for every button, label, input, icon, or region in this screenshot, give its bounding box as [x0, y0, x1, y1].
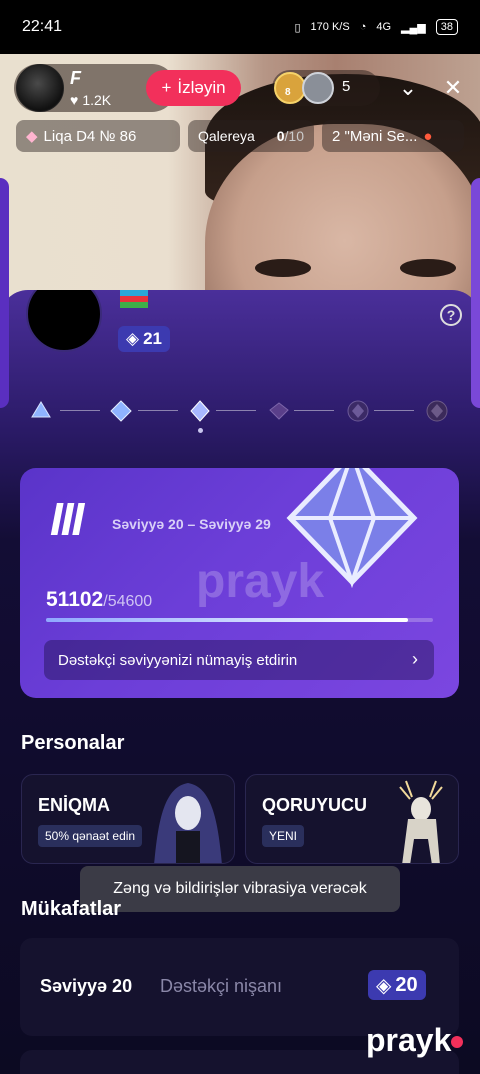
- wifi-icon: ◔: [359, 21, 367, 33]
- host-likes: ♥ 1.2K: [70, 92, 111, 108]
- reward-description: Dəstəkçi nişanı: [160, 976, 283, 996]
- video-eye: [255, 259, 311, 277]
- track-line: [138, 410, 178, 411]
- host-avatar[interactable]: [16, 64, 64, 112]
- page-indicator-dot: [198, 428, 203, 433]
- clock: 22:41: [22, 18, 63, 35]
- user-avatar[interactable]: [26, 290, 102, 352]
- progress-fill: [46, 618, 409, 622]
- help-icon[interactable]: ?: [440, 304, 462, 326]
- big-gem-icon: [286, 468, 418, 588]
- prev-card-edge[interactable]: [0, 178, 9, 408]
- hooded-figure-icon: [154, 783, 222, 863]
- brand-dot: [451, 1036, 463, 1048]
- level-range: Səviyyə 20 – Səviyyə 29: [112, 516, 271, 532]
- progress-text: 51102/54600: [46, 588, 152, 612]
- viewer-badge: 8: [285, 87, 291, 98]
- personas-title: Personalar: [21, 732, 125, 754]
- progress-bar: [46, 618, 433, 622]
- rewards-title: Mükafatlar: [21, 898, 122, 920]
- reward-badge: ◈ 20: [368, 970, 426, 1000]
- level-card[interactable]: III Səviyyə 20 – Səviyyə 29 prayk 51102/…: [20, 468, 459, 698]
- level-badge: ◈ 21: [118, 326, 170, 352]
- gem-icon: ◈: [376, 974, 392, 997]
- brand-logo: prayk: [366, 1022, 452, 1058]
- league-label: Liqa D4 № 86: [43, 127, 137, 145]
- tier-3-gem-icon[interactable]: [189, 400, 211, 422]
- persona-tag: 50% qənaət edin: [38, 825, 143, 847]
- persona-card-guardian[interactable]: QORUYUCU YENI: [245, 774, 459, 864]
- track-line: [294, 410, 334, 411]
- viewer-avatar[interactable]: [302, 72, 334, 104]
- reward-level: Səviyyə 20: [40, 976, 133, 996]
- follow-label: İzləyin: [177, 78, 226, 97]
- azerbaijan-flag-icon: [120, 290, 148, 308]
- signal-icon: ▂▄▆: [401, 21, 426, 34]
- net-speed: 170 K/S: [310, 21, 350, 33]
- gallery-total: /10: [284, 128, 304, 144]
- persona-tag: YENI: [262, 825, 305, 847]
- toast-message: Zəng və bildirişlər vibrasiya verəcək: [80, 866, 400, 912]
- progress-max: /54600: [103, 593, 153, 610]
- league-chip[interactable]: ◆ Liqa D4 № 86: [16, 120, 180, 152]
- follow-button[interactable]: + İzləyin: [146, 70, 241, 106]
- vibrate-icon: ▯: [294, 21, 301, 34]
- gift-icon: ●: [423, 127, 433, 145]
- progress-current: 51102: [46, 588, 104, 611]
- heart-icon: ♥: [70, 92, 79, 108]
- show-level-button[interactable]: Dəstəkçi səviyyənizi nümayiş etdirin ›: [44, 640, 434, 680]
- tier-1-gem-icon[interactable]: [30, 400, 52, 422]
- network-type: 4G: [376, 21, 392, 33]
- gallery-label: Qalereya: [198, 128, 255, 144]
- viewer-count: 5: [342, 78, 351, 95]
- status-bar: 22:41 ▯ 170 K/S ◔ 4G ▂▄▆ 38: [0, 0, 480, 54]
- plus-icon: +: [161, 78, 172, 97]
- next-card-edge[interactable]: [471, 178, 480, 408]
- deer-icon: [399, 780, 443, 863]
- song-chip[interactable]: 2 "Məni Se... ●: [322, 120, 464, 152]
- track-line: [216, 410, 256, 411]
- persona-name: ENİQMA: [38, 795, 110, 815]
- tier-4-gem-icon[interactable]: [268, 400, 290, 422]
- video-eye: [400, 259, 456, 277]
- host-likes-count: 1.2K: [82, 92, 112, 108]
- level-track: [30, 396, 450, 426]
- battery-indicator: 38: [435, 19, 458, 35]
- host-name: F: [70, 68, 81, 88]
- track-line: [374, 410, 414, 411]
- tier-6-gem-icon[interactable]: [426, 400, 448, 422]
- chevron-down-icon[interactable]: ⌄: [393, 73, 423, 103]
- gem-icon: ◈: [126, 329, 140, 348]
- close-icon[interactable]: ✕: [438, 73, 468, 103]
- tier-5-gem-icon[interactable]: [347, 400, 369, 422]
- tier-roman: III: [50, 493, 84, 545]
- gallery-count: 0: [276, 128, 285, 144]
- persona-name: QORUYUCU: [262, 795, 368, 815]
- level-value: 21: [143, 329, 162, 348]
- show-level-label: Dəstəkçi səviyyənizi nümayiş etdirin: [58, 651, 298, 669]
- chevron-right-icon: ›: [412, 649, 418, 669]
- gallery-chip[interactable]: Qalereya 0 /10: [188, 120, 314, 152]
- status-icons: ▯ 170 K/S ◔ 4G ▂▄▆ 38: [294, 19, 458, 35]
- persona-card-enigma[interactable]: ENİQMA 50% qənaət edin: [21, 774, 235, 864]
- tier-2-gem-icon[interactable]: [110, 400, 132, 422]
- diamond-icon: ◆: [26, 128, 38, 145]
- song-title: 2 "Məni Se...: [332, 127, 418, 145]
- track-line: [60, 410, 100, 411]
- reward-value: 20: [395, 973, 418, 996]
